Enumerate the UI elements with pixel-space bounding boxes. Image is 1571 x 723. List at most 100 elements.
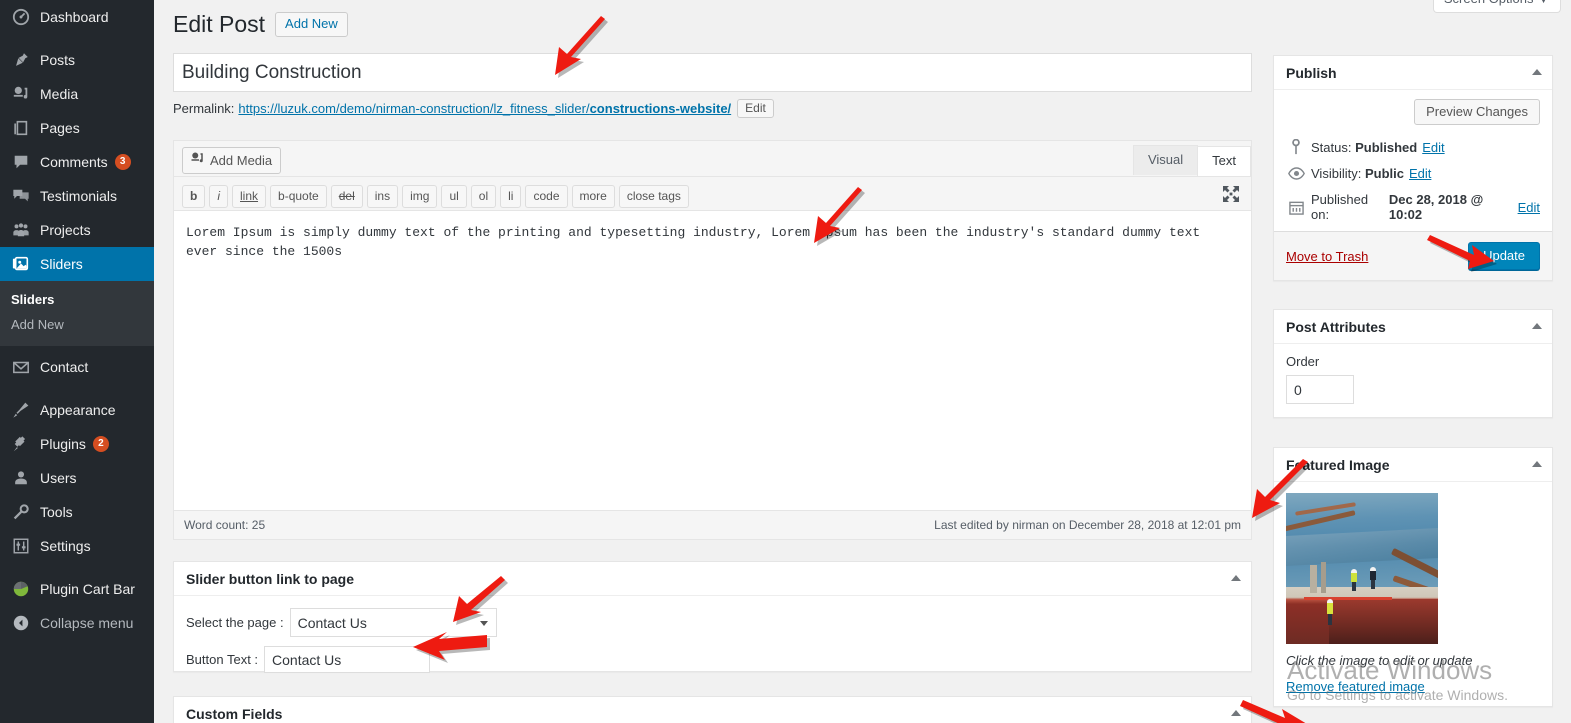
sidebar-item-label: Sliders — [40, 256, 83, 272]
sidebar-item-label: Projects — [40, 222, 91, 238]
sidebar-item-label: Posts — [40, 52, 76, 68]
sidebar-item-label: Comments — [40, 154, 108, 170]
permalink-label: Permalink: — [173, 101, 235, 116]
sidebar-item-projects[interactable]: Projects — [0, 213, 154, 247]
sidebar-item-pages[interactable]: Pages — [0, 111, 154, 145]
qt-button-del[interactable]: del — [330, 184, 363, 208]
image-stairs — [1286, 599, 1319, 638]
qt-button-li[interactable]: li — [500, 184, 522, 208]
metabox-header: Post Attributes — [1274, 310, 1552, 344]
sliders-icon — [11, 254, 31, 274]
update-button[interactable]: Update — [1468, 242, 1540, 270]
admin-sidebar: Dashboard Posts Media Pages Comments 3 T… — [0, 0, 154, 723]
sidebar-item-testimonials[interactable]: Testimonials — [0, 179, 154, 213]
media-icon — [11, 84, 31, 104]
media-icon — [190, 151, 205, 169]
submenu-item-sliders[interactable]: Sliders — [0, 287, 154, 312]
qt-button-more[interactable]: more — [571, 184, 615, 208]
slider-button-link-metabox: Slider button link to page Select the pa… — [173, 561, 1252, 673]
tab-visual[interactable]: Visual — [1132, 145, 1199, 175]
remove-featured-image-link[interactable]: Remove featured image — [1286, 679, 1425, 694]
sidebar-item-tools[interactable]: Tools — [0, 495, 154, 529]
post-title-input[interactable] — [174, 54, 1251, 91]
select-page-label: Select the page : — [186, 615, 284, 630]
order-input[interactable] — [1286, 375, 1354, 404]
editor-textarea[interactable]: Lorem Ipsum is simply dummy text of the … — [184, 221, 1241, 517]
sidebar-item-sliders[interactable]: Sliders — [0, 247, 154, 281]
preview-row: Preview Changes — [1286, 99, 1540, 125]
add-media-button[interactable]: Add Media — [182, 147, 282, 174]
metabox-header: Featured Image — [1274, 448, 1552, 482]
sidebar-item-settings[interactable]: Settings — [0, 529, 154, 563]
sidebar-item-plugin-cart-bar[interactable]: Plugin Cart Bar — [0, 572, 154, 606]
eye-icon — [1286, 167, 1306, 180]
metabox-header: Slider button link to page — [174, 562, 1251, 596]
chevron-up-icon[interactable] — [1231, 574, 1241, 581]
qt-button-ol[interactable]: ol — [470, 184, 497, 208]
qt-button-i[interactable]: i — [209, 184, 229, 208]
submenu-item-add-new[interactable]: Add New — [0, 312, 154, 337]
calendar-icon — [1286, 200, 1306, 215]
post-title-field-wrapper[interactable] — [173, 53, 1252, 92]
chevron-up-icon[interactable] — [1532, 322, 1542, 329]
metabox-title: Publish — [1286, 64, 1337, 81]
chevron-up-icon[interactable] — [1532, 460, 1542, 467]
editor-quicktags-toolbar: b i link b-quote del ins img ul ol li co… — [174, 177, 1251, 211]
visibility-edit-link[interactable]: Edit — [1409, 166, 1431, 181]
collapse-menu-label: Collapse menu — [40, 615, 134, 631]
status-edit-link[interactable]: Edit — [1422, 140, 1444, 155]
add-new-button[interactable]: Add New — [275, 12, 348, 37]
sidebar-item-comments[interactable]: Comments 3 — [0, 145, 154, 179]
qt-button-img[interactable]: img — [402, 184, 438, 208]
sidebar-item-label: Plugin Cart Bar — [40, 581, 135, 597]
sidebar-item-users[interactable]: Users — [0, 461, 154, 495]
move-to-trash-link[interactable]: Move to Trash — [1286, 249, 1368, 264]
button-text-row: Button Text : — [186, 646, 1239, 673]
sidebar-item-label: Testimonials — [40, 188, 118, 204]
tab-text[interactable]: Text — [1197, 146, 1251, 176]
sidebar-item-label: Appearance — [40, 402, 116, 418]
featured-image-metabox: Featured Image Click the image to edit o… — [1273, 447, 1553, 707]
page-title: Edit Post — [173, 11, 266, 37]
metabox-header: Custom Fields — [174, 697, 1251, 723]
metabox-body: Preview Changes Status: Published Edit Vi… — [1274, 90, 1552, 231]
sliders-submenu: Sliders Add New — [0, 281, 154, 346]
qt-button-close-tags[interactable]: close tags — [618, 184, 689, 208]
sidebar-item-plugins[interactable]: Plugins 2 — [0, 427, 154, 461]
featured-image-thumbnail[interactable] — [1286, 493, 1438, 644]
sidebar-item-posts[interactable]: Posts — [0, 43, 154, 77]
sidebar-item-dashboard[interactable]: Dashboard — [0, 0, 154, 34]
preview-changes-button[interactable]: Preview Changes — [1414, 99, 1540, 125]
metabox-title: Slider button link to page — [186, 570, 354, 587]
fullscreen-icon[interactable] — [1221, 184, 1241, 204]
published-edit-link[interactable]: Edit — [1518, 200, 1540, 215]
sidebar-item-appearance[interactable]: Appearance — [0, 393, 154, 427]
qt-button-ins[interactable]: ins — [366, 184, 399, 208]
qt-button-b[interactable]: b — [182, 184, 206, 208]
button-text-input[interactable] — [264, 646, 431, 673]
plugins-icon — [11, 434, 31, 454]
qt-button-code[interactable]: code — [525, 184, 568, 208]
screen-options-toggle[interactable]: Screen Options ▼ — [1432, 0, 1561, 13]
status-row: Status: Published Edit — [1286, 134, 1540, 161]
post-attributes-metabox: Post Attributes Order — [1273, 309, 1553, 418]
sidebar-item-label: Pages — [40, 120, 80, 136]
chevron-left-circle-icon — [11, 613, 31, 633]
editor-content-area[interactable]: Lorem Ipsum is simply dummy text of the … — [174, 211, 1251, 517]
sidebar-item-contact[interactable]: Contact — [0, 350, 154, 384]
chevron-down-icon — [479, 620, 488, 626]
sidebar-item-media[interactable]: Media — [0, 77, 154, 111]
qt-button-b-quote[interactable]: b-quote — [270, 184, 327, 208]
permalink-link[interactable]: https://luzuk.com/demo/nirman-constructi… — [238, 101, 731, 116]
qt-button-link[interactable]: link — [232, 184, 267, 208]
sidebar-item-label: Contact — [40, 359, 89, 375]
permalink-edit-button[interactable]: Edit — [737, 99, 774, 118]
order-label: Order — [1286, 354, 1320, 369]
sidebar-item-label: Dashboard — [40, 9, 109, 25]
select-page-dropdown[interactable]: Contact Us — [289, 608, 497, 637]
image-worker — [1369, 566, 1376, 589]
qt-button-ul[interactable]: ul — [441, 184, 467, 208]
collapse-menu-button[interactable]: Collapse menu — [0, 606, 154, 640]
chevron-up-icon[interactable] — [1532, 68, 1542, 75]
chevron-up-icon[interactable] — [1231, 709, 1241, 716]
